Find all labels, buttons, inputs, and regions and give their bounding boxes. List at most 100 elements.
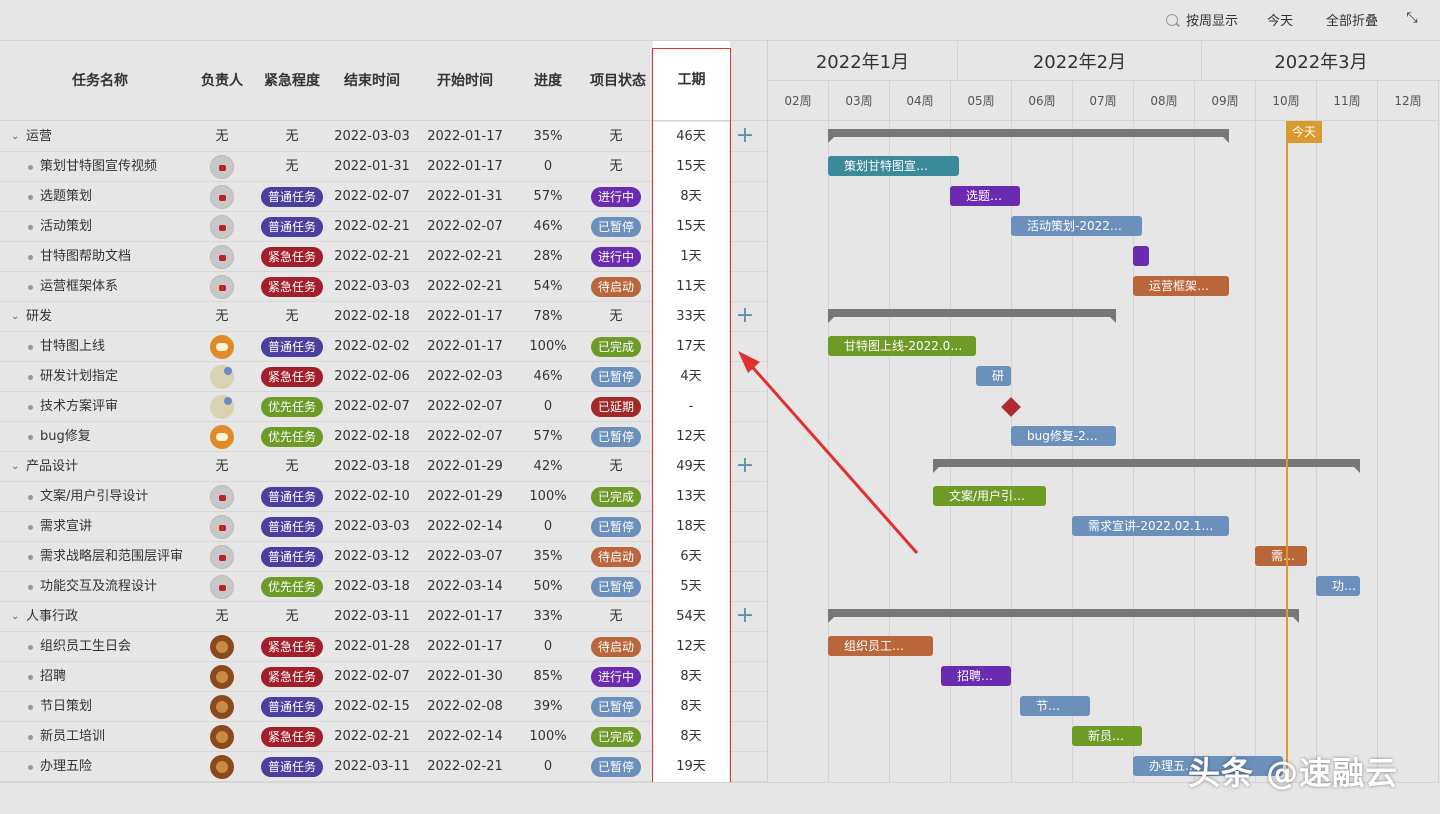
table-row[interactable]: 需求宣讲 普通任务 2022-03-03 2022-02-14 0 已暂停 18天 bbox=[0, 512, 767, 542]
task-name[interactable]: 运营框架体系 bbox=[0, 272, 190, 302]
header-status[interactable]: 项目状态 bbox=[584, 41, 652, 121]
table-row[interactable]: 功能交互及流程设计 优先任务 2022-03-18 2022-03-14 50% 已暂停 5… bbox=[0, 572, 767, 602]
status-cell[interactable]: 已完成 bbox=[584, 332, 648, 362]
add-task-button[interactable]: + bbox=[730, 122, 760, 152]
urgency-cell[interactable]: 紧急任务 bbox=[256, 722, 328, 752]
task-name[interactable]: 新员工培训 bbox=[0, 722, 190, 752]
progress-cell[interactable]: 0 bbox=[518, 512, 578, 542]
gantt-bar[interactable]: 新员… bbox=[1072, 726, 1142, 746]
status-cell[interactable]: 待启动 bbox=[584, 542, 648, 572]
status-cell[interactable]: 待启动 bbox=[584, 272, 648, 302]
start-date-cell[interactable]: 2022-02-07 bbox=[422, 422, 508, 452]
start-date-cell[interactable]: 2022-01-17 bbox=[422, 602, 508, 632]
status-cell[interactable]: 已完成 bbox=[584, 722, 648, 752]
task-name[interactable]: 选题策划 bbox=[0, 182, 190, 212]
gantt-bar[interactable]: 功… bbox=[1316, 576, 1360, 596]
status-cell[interactable]: 已暂停 bbox=[584, 752, 648, 782]
end-date-cell[interactable]: 2022-02-06 bbox=[330, 362, 414, 392]
table-row[interactable]: 办理五险 普通任务 2022-03-11 2022-02-21 0 已暂停 19天 bbox=[0, 752, 767, 782]
task-name[interactable]: 组织员工生日会 bbox=[0, 632, 190, 662]
group-summary-bar[interactable] bbox=[828, 609, 1299, 623]
end-date-cell[interactable]: 2022-03-12 bbox=[330, 542, 414, 572]
add-task-button[interactable]: + bbox=[730, 602, 760, 632]
start-date-cell[interactable]: 2022-01-29 bbox=[422, 452, 508, 482]
progress-cell[interactable]: 50% bbox=[518, 572, 578, 602]
progress-cell[interactable]: 78% bbox=[518, 302, 578, 332]
owner-cell[interactable] bbox=[192, 662, 252, 692]
end-date-cell[interactable]: 2022-03-18 bbox=[330, 572, 414, 602]
status-cell[interactable]: 已完成 bbox=[584, 482, 648, 512]
progress-cell[interactable]: 28% bbox=[518, 242, 578, 272]
urgency-cell[interactable]: 优先任务 bbox=[256, 572, 328, 602]
start-date-cell[interactable]: 2022-03-14 bbox=[422, 572, 508, 602]
start-date-cell[interactable]: 2022-02-08 bbox=[422, 692, 508, 722]
end-date-cell[interactable]: 2022-02-15 bbox=[330, 692, 414, 722]
status-cell[interactable]: 已暂停 bbox=[584, 212, 648, 242]
table-row[interactable]: 研发计划指定 紧急任务 2022-02-06 2022-02-03 46% 已暂停 4天 bbox=[0, 362, 767, 392]
table-row[interactable]: bug修复 优先任务 2022-02-18 2022-02-07 57% 已暂停 12天 bbox=[0, 422, 767, 452]
start-date-cell[interactable]: 2022-01-17 bbox=[422, 632, 508, 662]
urgency-cell[interactable]: 紧急任务 bbox=[256, 662, 328, 692]
table-row[interactable]: 运营框架体系 紧急任务 2022-03-03 2022-02-21 54% 待启动 11天 bbox=[0, 272, 767, 302]
table-row[interactable]: 甘特图帮助文档 紧急任务 2022-02-21 2022-02-21 28% 进行中 1天 bbox=[0, 242, 767, 272]
table-row[interactable]: 新员工培训 紧急任务 2022-02-21 2022-02-14 100% 已完成 8天 bbox=[0, 722, 767, 752]
gantt-bar[interactable]: 甘特图上线-2022.0… bbox=[828, 336, 976, 356]
owner-cell[interactable] bbox=[192, 362, 252, 392]
chevron-down-icon[interactable]: ⌄ bbox=[11, 131, 19, 143]
end-date-cell[interactable]: 2022-02-18 bbox=[330, 302, 414, 332]
end-date-cell[interactable]: 2022-02-02 bbox=[330, 332, 414, 362]
end-date-cell[interactable]: 2022-03-18 bbox=[330, 452, 414, 482]
urgency-cell[interactable]: 紧急任务 bbox=[256, 362, 328, 392]
end-date-cell[interactable]: 2022-02-21 bbox=[330, 242, 414, 272]
progress-cell[interactable]: 54% bbox=[518, 272, 578, 302]
start-date-cell[interactable]: 2022-02-14 bbox=[422, 512, 508, 542]
table-row[interactable]: 需求战略层和范围层评审 普通任务 2022-03-12 2022-03-07 35% 待启… bbox=[0, 542, 767, 572]
progress-cell[interactable]: 57% bbox=[518, 182, 578, 212]
gantt-bar[interactable]: 需求宣讲-2022.02.1… bbox=[1072, 516, 1229, 536]
task-name[interactable]: 需求宣讲 bbox=[0, 512, 190, 542]
gantt-bar[interactable]: 需… bbox=[1255, 546, 1307, 566]
end-date-cell[interactable]: 2022-03-03 bbox=[330, 122, 414, 152]
group-summary-bar[interactable] bbox=[933, 459, 1360, 473]
task-name[interactable]: 活动策划 bbox=[0, 212, 190, 242]
owner-cell[interactable] bbox=[192, 632, 252, 662]
urgency-cell[interactable]: 紧急任务 bbox=[256, 242, 328, 272]
progress-cell[interactable]: 35% bbox=[518, 542, 578, 572]
end-date-cell[interactable]: 2022-02-21 bbox=[330, 722, 414, 752]
urgency-cell[interactable]: 普通任务 bbox=[256, 752, 328, 782]
urgency-cell[interactable]: 紧急任务 bbox=[256, 272, 328, 302]
status-cell[interactable]: 进行中 bbox=[584, 242, 648, 272]
owner-cell[interactable] bbox=[192, 152, 252, 182]
urgency-cell[interactable]: 普通任务 bbox=[256, 542, 328, 572]
owner-cell[interactable] bbox=[192, 542, 252, 572]
progress-cell[interactable]: 100% bbox=[518, 482, 578, 512]
end-date-cell[interactable]: 2022-02-21 bbox=[330, 212, 414, 242]
start-date-cell[interactable]: 2022-01-17 bbox=[422, 122, 508, 152]
table-row[interactable]: 选题策划 普通任务 2022-02-07 2022-01-31 57% 进行中 8天 bbox=[0, 182, 767, 212]
gantt-bar[interactable]: 组织员工… bbox=[828, 636, 933, 656]
end-date-cell[interactable]: 2022-03-03 bbox=[330, 272, 414, 302]
table-row[interactable]: 招聘 紧急任务 2022-02-07 2022-01-30 85% 进行中 8天 bbox=[0, 662, 767, 692]
progress-cell[interactable]: 35% bbox=[518, 122, 578, 152]
end-date-cell[interactable]: 2022-01-28 bbox=[330, 632, 414, 662]
owner-cell[interactable] bbox=[192, 722, 252, 752]
progress-cell[interactable]: 85% bbox=[518, 662, 578, 692]
progress-cell[interactable]: 100% bbox=[518, 722, 578, 752]
progress-cell[interactable]: 0 bbox=[518, 392, 578, 422]
task-name[interactable]: ⌄ 运营 bbox=[0, 122, 190, 152]
end-date-cell[interactable]: 2022-02-18 bbox=[330, 422, 414, 452]
gantt-bar[interactable]: 策划甘特图宣… bbox=[828, 156, 959, 176]
status-cell[interactable]: 已暂停 bbox=[584, 422, 648, 452]
header-duration[interactable]: 工期 bbox=[653, 41, 730, 120]
start-date-cell[interactable]: 2022-01-29 bbox=[422, 482, 508, 512]
owner-cell[interactable] bbox=[192, 392, 252, 422]
header-urgency[interactable]: 紧急程度 bbox=[256, 41, 328, 121]
task-name[interactable]: ⌄ 人事行政 bbox=[0, 602, 190, 632]
owner-cell[interactable] bbox=[192, 752, 252, 782]
status-cell[interactable]: 已暂停 bbox=[584, 572, 648, 602]
status-cell[interactable]: 已延期 bbox=[584, 392, 648, 422]
status-cell[interactable]: 已暂停 bbox=[584, 512, 648, 542]
progress-cell[interactable]: 46% bbox=[518, 362, 578, 392]
group-row[interactable]: ⌄ 人事行政 无 无 2022-03-11 2022-01-17 33% 无 54天 + bbox=[0, 602, 767, 632]
owner-cell[interactable] bbox=[192, 572, 252, 602]
